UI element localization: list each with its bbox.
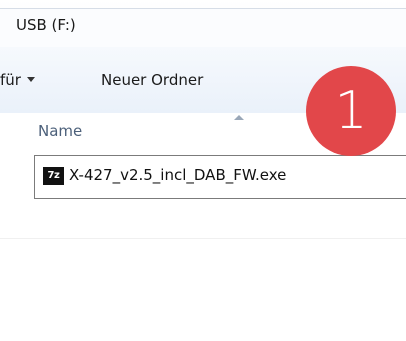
7z-icon: 7z (43, 167, 64, 185)
chevron-down-icon (26, 77, 35, 82)
explorer-screenshot: USB (F:) für Neuer Ordner Name 7z X-427_… (0, 0, 406, 341)
toolbar-menu-label: für (0, 71, 21, 89)
address-bar: USB (F:) (0, 0, 406, 48)
toolbar-menu-fuer[interactable]: für (0, 73, 35, 88)
column-header-name[interactable]: Name (38, 124, 82, 139)
new-folder-button[interactable]: Neuer Ordner (101, 73, 203, 88)
file-list-item[interactable]: 7z X-427_v2.5_incl_DAB_FW.exe (34, 155, 406, 199)
file-name: X-427_v2.5_incl_DAB_FW.exe (69, 166, 287, 184)
address-path[interactable]: USB (F:) (16, 18, 76, 33)
sort-ascending-icon (234, 115, 244, 120)
step-badge: 1 (306, 66, 396, 156)
